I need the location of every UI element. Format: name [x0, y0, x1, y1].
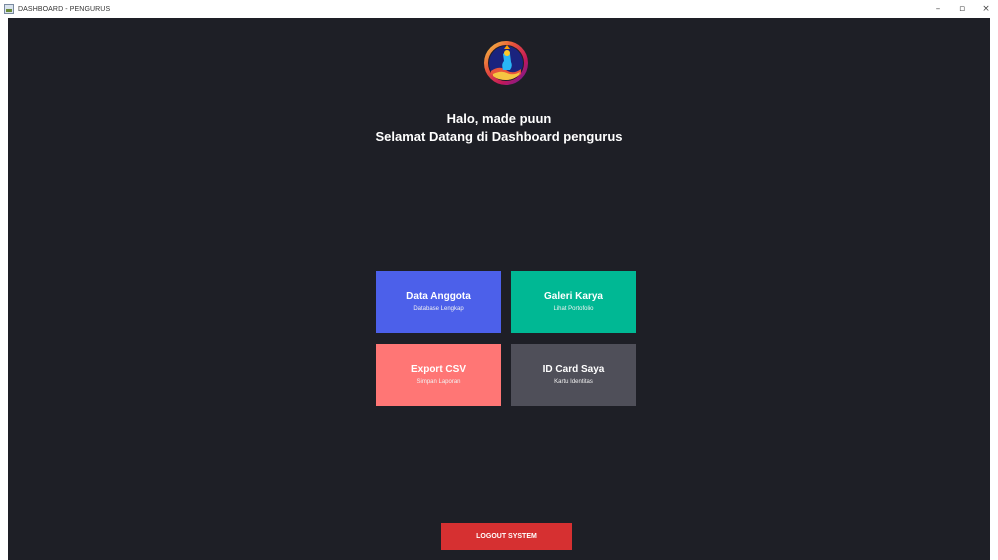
kecak-dancer-logo-icon [484, 41, 528, 85]
card-title: Galeri Karya [544, 291, 603, 302]
card-title: Export CSV [410, 364, 466, 375]
export-csv-button[interactable]: Export CSV Simpan Laporan [376, 344, 501, 406]
id-card-button[interactable]: ID Card Saya Kartu Identitas [511, 344, 636, 406]
window-controls: – ▫ × [926, 0, 998, 18]
card-title: Data Anggota [406, 291, 471, 302]
galeri-karya-button[interactable]: Galeri Karya Lihat Portofolio [511, 271, 636, 333]
card-subtitle: Lihat Portofolio [553, 306, 594, 312]
minimize-button[interactable]: – [926, 0, 950, 18]
maximize-button[interactable]: ▫ [950, 0, 974, 18]
greeting-text: Halo, made puun [446, 111, 552, 126]
card-subtitle: Simpan Laporan [416, 379, 461, 385]
card-title: ID Card Saya [542, 364, 605, 375]
card-subtitle: Kartu Identitas [554, 379, 593, 385]
java-app-icon [4, 4, 14, 14]
close-button[interactable]: × [974, 0, 998, 18]
application-window: DASHBOARD - PENGURUS – ▫ × Halo, made pu… [0, 0, 998, 560]
welcome-text: Selamat Datang di Dashboard pengurus [375, 129, 623, 144]
greeting-block: Halo, made puun Selamat Datang di Dashbo… [8, 110, 990, 146]
title-bar: DASHBOARD - PENGURUS – ▫ × [0, 0, 998, 18]
card-subtitle: Database Lengkap [413, 306, 464, 312]
dashboard-panel: Halo, made puun Selamat Datang di Dashbo… [8, 18, 990, 560]
window-title: DASHBOARD - PENGURUS [18, 5, 111, 13]
logout-button[interactable]: LOGOUT SYSTEM [441, 523, 572, 550]
data-anggota-button[interactable]: Data Anggota Database Lengkap [376, 271, 501, 333]
